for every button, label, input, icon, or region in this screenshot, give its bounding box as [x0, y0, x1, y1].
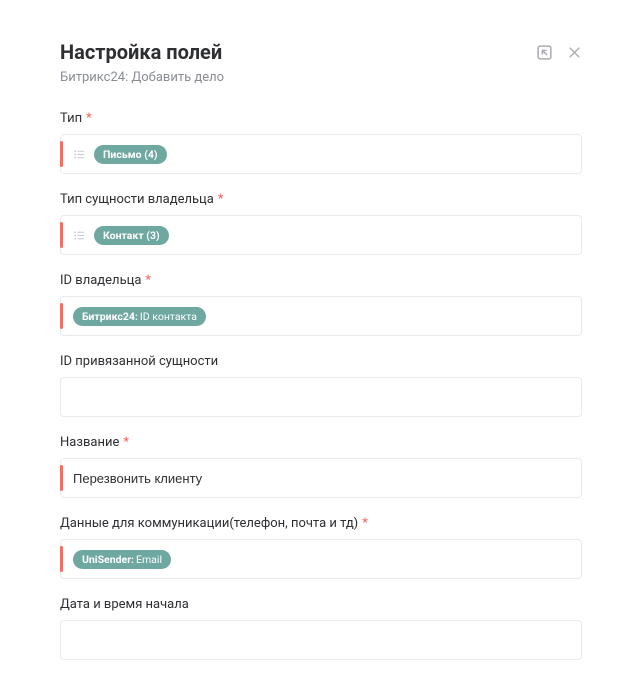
owner-entity-type-pill[interactable]: Контакт (3)	[94, 226, 169, 245]
list-icon	[73, 229, 86, 242]
comm-data-input[interactable]: UniSender: Email	[60, 539, 582, 579]
page-title: Настройка полей	[60, 40, 222, 64]
required-asterisk: *	[145, 273, 151, 288]
field-name: Название *	[60, 435, 582, 498]
label-text: ID привязанной сущности	[60, 354, 218, 369]
owner-entity-type-input[interactable]: Контакт (3)	[60, 215, 582, 255]
field-label: ID владельца *	[60, 273, 582, 288]
bound-entity-id-input[interactable]	[60, 377, 582, 417]
label-text: ID владельца	[60, 273, 141, 288]
expand-icon[interactable]	[536, 44, 553, 61]
field-label: Данные для коммуникации(телефон, почта и…	[60, 516, 582, 531]
label-text: Тип сущности владельца	[60, 192, 214, 207]
comm-data-pill[interactable]: UniSender: Email	[73, 550, 171, 569]
bound-entity-id-text[interactable]	[71, 390, 571, 405]
page-subtitle: Битрикс24: Добавить дело	[60, 70, 582, 85]
pill-source: UniSender:	[82, 553, 134, 566]
pill-value: Email	[136, 553, 162, 566]
label-text: Тип	[60, 111, 82, 126]
owner-id-pill[interactable]: Битрикс24: ID контакта	[73, 307, 206, 326]
label-text: Название	[60, 435, 119, 450]
required-asterisk: *	[218, 192, 224, 207]
type-input[interactable]: Письмо (4)	[60, 134, 582, 174]
required-asterisk: *	[362, 516, 368, 531]
start-datetime-text[interactable]	[71, 633, 571, 648]
field-label: Дата и время начала	[60, 597, 582, 612]
field-start-datetime: Дата и время начала	[60, 597, 582, 660]
field-label: Название *	[60, 435, 582, 450]
field-label: Тип *	[60, 111, 582, 126]
start-datetime-input[interactable]	[60, 620, 582, 660]
type-pill[interactable]: Письмо (4)	[94, 145, 167, 164]
field-owner-entity-type: Тип сущности владельца * Контакт (3)	[60, 192, 582, 255]
pill-source: Битрикс24:	[82, 310, 138, 323]
list-icon	[73, 148, 86, 161]
field-label: ID привязанной сущности	[60, 354, 582, 369]
label-text: Данные для коммуникации(телефон, почта и…	[60, 516, 358, 531]
name-input[interactable]	[60, 458, 582, 498]
close-icon[interactable]	[567, 45, 582, 60]
pill-value: ID контакта	[140, 310, 197, 323]
field-comm-data: Данные для коммуникации(телефон, почта и…	[60, 516, 582, 579]
field-type: Тип * Письмо (4)	[60, 111, 582, 174]
required-asterisk: *	[123, 435, 129, 450]
field-owner-id: ID владельца * Битрикс24: ID контакта	[60, 273, 582, 336]
owner-id-input[interactable]: Битрикс24: ID контакта	[60, 296, 582, 336]
field-label: Тип сущности владельца *	[60, 192, 582, 207]
label-text: Дата и время начала	[60, 597, 189, 612]
name-text[interactable]	[73, 471, 571, 486]
field-bound-entity-id: ID привязанной сущности	[60, 354, 582, 417]
header-actions	[536, 44, 582, 61]
required-asterisk: *	[86, 111, 92, 126]
